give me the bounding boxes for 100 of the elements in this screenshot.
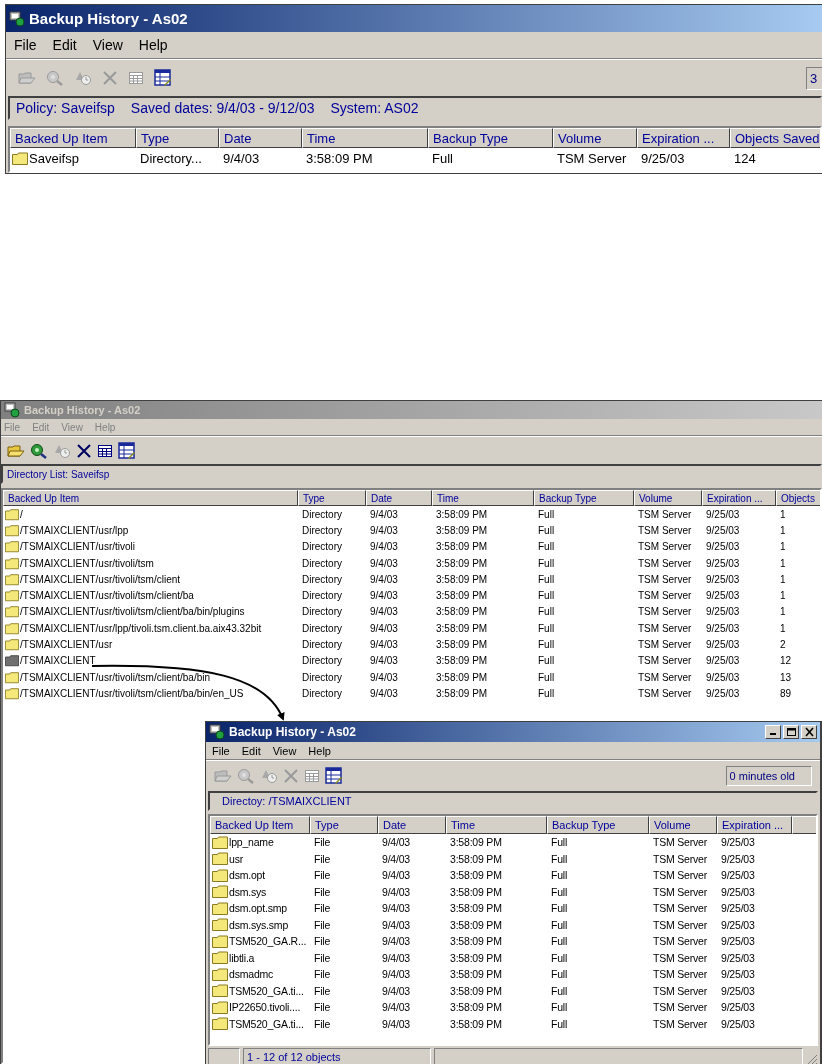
grid-icon[interactable]	[97, 442, 113, 459]
column-header[interactable]: Type	[310, 816, 378, 834]
column-header[interactable]: Objects	[776, 490, 820, 506]
computer-icon	[9, 10, 25, 27]
menu-item[interactable]: View	[92, 37, 123, 53]
status-panel	[208, 1048, 240, 1064]
table-cell-text: 9/4/03	[381, 902, 411, 915]
table-icon[interactable]	[154, 69, 172, 87]
table-cell-text: Directory	[301, 622, 343, 634]
table-cell-text: TSM Server	[637, 541, 693, 553]
menu-item[interactable]: Help	[308, 744, 331, 757]
column-header[interactable]: Expiration ...	[717, 816, 792, 834]
table-cell-text: 9/4/03	[369, 508, 399, 520]
column-header[interactable]: Volume	[634, 490, 702, 506]
open-folder-icon[interactable]	[7, 442, 25, 459]
table-cell-text: File	[313, 1001, 332, 1014]
table-icon[interactable]	[118, 441, 136, 460]
table-cell-text: 9/25/03	[720, 1001, 756, 1014]
table-cell-text: IP22650.tivoli....	[228, 1001, 302, 1014]
table-cell-text: 3:58:09 PM	[435, 524, 489, 536]
table-cell-text: 1	[779, 573, 787, 585]
table-cell-text: 9/4/03	[369, 622, 399, 634]
table-cell-text: dsm.opt.smp	[228, 902, 288, 915]
status-text: 1 - 12 of 12 objects	[243, 1048, 431, 1064]
table-cell-text: 9/25/03	[705, 524, 741, 536]
table-cell-text: 9/25/03	[720, 885, 756, 898]
table-cell-text: File	[313, 885, 332, 898]
table-cell-text: Saveifsp	[28, 150, 80, 166]
table-cell-text: 3:58:09 PM	[449, 852, 503, 865]
column-header[interactable]: Date	[366, 490, 432, 506]
window-title: Backup History - As02	[29, 10, 188, 27]
info-text: Directoy: /TSMAIXCLIENT	[222, 795, 352, 807]
column-header[interactable]: Expiration ...	[637, 128, 730, 148]
magnifier-icon[interactable]	[30, 442, 48, 459]
menu-item[interactable]: Help	[138, 37, 168, 53]
info-text: Directory List: Saveifsp	[7, 468, 110, 480]
table-cell-text: Full	[550, 951, 569, 964]
column-header[interactable]: Backup Type	[428, 128, 553, 148]
table-cell-text: 9/4/03	[369, 573, 399, 585]
table-cell-text: 3:58:09 PM	[435, 622, 489, 634]
table-cell-text: 1	[779, 508, 787, 520]
menu-item[interactable]: Edit	[52, 37, 77, 53]
column-header[interactable]: Volume	[649, 816, 717, 834]
table-cell-text: dsmadmc	[228, 968, 275, 981]
column-header[interactable]: Expiration ...	[702, 490, 776, 506]
column-header[interactable]: Volume	[553, 128, 637, 148]
x-mark-icon[interactable]	[76, 442, 92, 459]
table-cell-text: Full	[550, 1017, 569, 1030]
menu-item[interactable]: File	[212, 744, 230, 757]
column-header[interactable]: Backed Up Item	[3, 490, 298, 506]
menu-item[interactable]: View	[272, 744, 297, 757]
table-cell-text: Full	[550, 984, 569, 997]
table-cell-text: 9/4/03	[369, 541, 399, 553]
table-cell-text: Directory	[301, 524, 343, 536]
column-header[interactable]: Backed Up Item	[210, 816, 310, 834]
menu-item[interactable]: File	[14, 37, 37, 53]
column-header[interactable]: Objects Saved	[730, 128, 820, 148]
column-header[interactable]: Backup Type	[534, 490, 634, 506]
table-cell-text: TSM Server	[637, 590, 693, 602]
close-button[interactable]	[801, 725, 817, 739]
table-cell-text: 9/25/03	[705, 606, 741, 618]
table-cell-text: 3:58:09 PM	[449, 902, 503, 915]
table-cell-text: 9/4/03	[222, 150, 261, 166]
table-cell-text: 9/4/03	[381, 836, 411, 849]
table-icon[interactable]	[325, 767, 343, 785]
table-cell-text: /TSMAIXCLIENT/usr/tivoli/tsm	[19, 557, 155, 569]
table-cell-text: Full	[550, 968, 569, 981]
table-cell-text: File	[313, 1017, 332, 1030]
table-cell-text: TSM Server	[637, 524, 693, 536]
column-header[interactable]: Date	[219, 128, 302, 148]
table-cell-text: TSM Server	[637, 639, 693, 650]
column-header[interactable]: Type	[136, 128, 219, 148]
table-cell-text: Full	[537, 541, 556, 553]
table-cell-text: TSM Server	[637, 622, 693, 634]
column-header[interactable]: Date	[378, 816, 446, 834]
table-cell-text: Directory	[301, 508, 343, 520]
table-cell-text: 1	[779, 606, 787, 618]
table-cell-text: Directory	[301, 606, 343, 618]
column-header[interactable]: Backup Type	[547, 816, 649, 834]
column-header[interactable]: Backed Up Item	[10, 128, 136, 148]
table-cell-text: dsm.sys	[228, 885, 268, 898]
table-cell-text: Full	[537, 622, 556, 634]
menu-item[interactable]: Edit	[241, 744, 261, 757]
column-header[interactable]: Time	[302, 128, 428, 148]
table-cell-text: 1	[779, 541, 787, 553]
column-header[interactable]: Type	[298, 490, 366, 506]
table-cell-text: 3:58:09 PM	[449, 935, 503, 948]
table-cell-text: 9/25/03	[720, 852, 756, 865]
maximize-button[interactable]	[783, 725, 799, 739]
table-cell-text: TSM Server	[652, 869, 708, 882]
table-cell-text: 124	[733, 150, 757, 166]
table-cell-text: 9/25/03	[720, 1017, 756, 1030]
table-cell-text: 1	[779, 590, 787, 602]
column-header[interactable]: Time	[446, 816, 547, 834]
table-cell-text: 3:58:09 PM	[449, 951, 503, 964]
table-cell-text: 2	[779, 639, 787, 650]
table-cell-text: TSM Server	[652, 1017, 708, 1030]
table-cell-text: 9/25/03	[720, 951, 756, 964]
column-header[interactable]: Time	[432, 490, 534, 506]
minimize-button[interactable]	[765, 725, 781, 739]
